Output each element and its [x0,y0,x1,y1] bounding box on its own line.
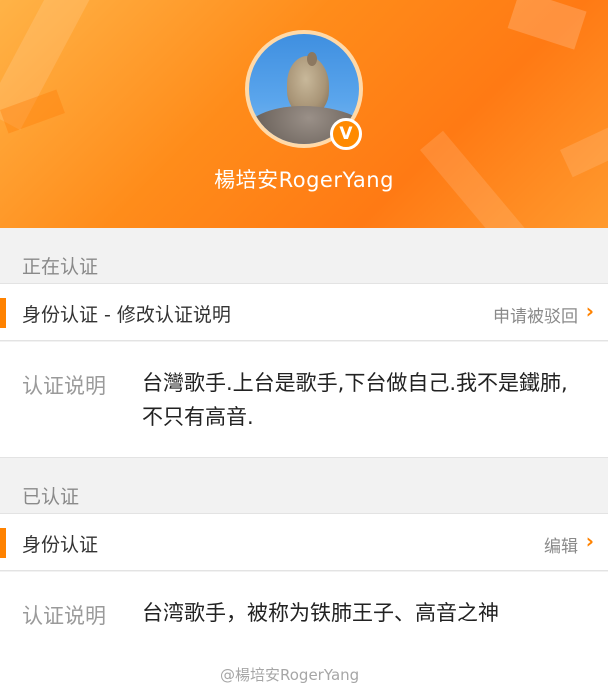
avatar-animal-ear [307,52,317,66]
verified-desc-value: 台湾歌手，被称为铁肺王子、高音之神 [142,601,499,625]
decorative-streak [507,0,587,50]
edit-link[interactable]: 编辑 [544,532,578,557]
profile-header: V 楊培安RogerYang [0,0,608,228]
pending-description-row: 认证说明 台灣歌手.上台是歌手,下台做自己.我不是鐵肺,不只有高音. [0,342,608,458]
verified-desc-key: 认证说明 [22,604,106,628]
verified-badge-icon: V [330,118,362,150]
section-title-verified: 已认证 [22,486,80,508]
username: 楊培安RogerYang [214,168,394,192]
section-title-pending: 正在认证 [22,256,99,278]
chevron-right-icon: › [585,529,594,553]
row-marker [0,528,6,558]
pending-desc-key: 认证说明 [22,374,106,398]
pending-identity-row[interactable]: 身份认证 - 修改认证说明 申请被驳回 › [0,283,608,341]
chevron-right-icon: › [585,299,594,323]
row-marker [0,298,6,328]
pending-row-label: 身份认证 - 修改认证说明 [22,304,231,326]
watermark: @楊培安RogerYang [220,666,360,684]
verified-row-label: 身份认证 [22,534,99,556]
verified-identity-row[interactable]: 身份认证 编辑 › [0,513,608,571]
pending-desc-value: 台灣歌手.上台是歌手,下台做自己.我不是鐵肺,不只有高音. [142,371,568,429]
rejected-status-link[interactable]: 申请被驳回 [493,302,578,327]
